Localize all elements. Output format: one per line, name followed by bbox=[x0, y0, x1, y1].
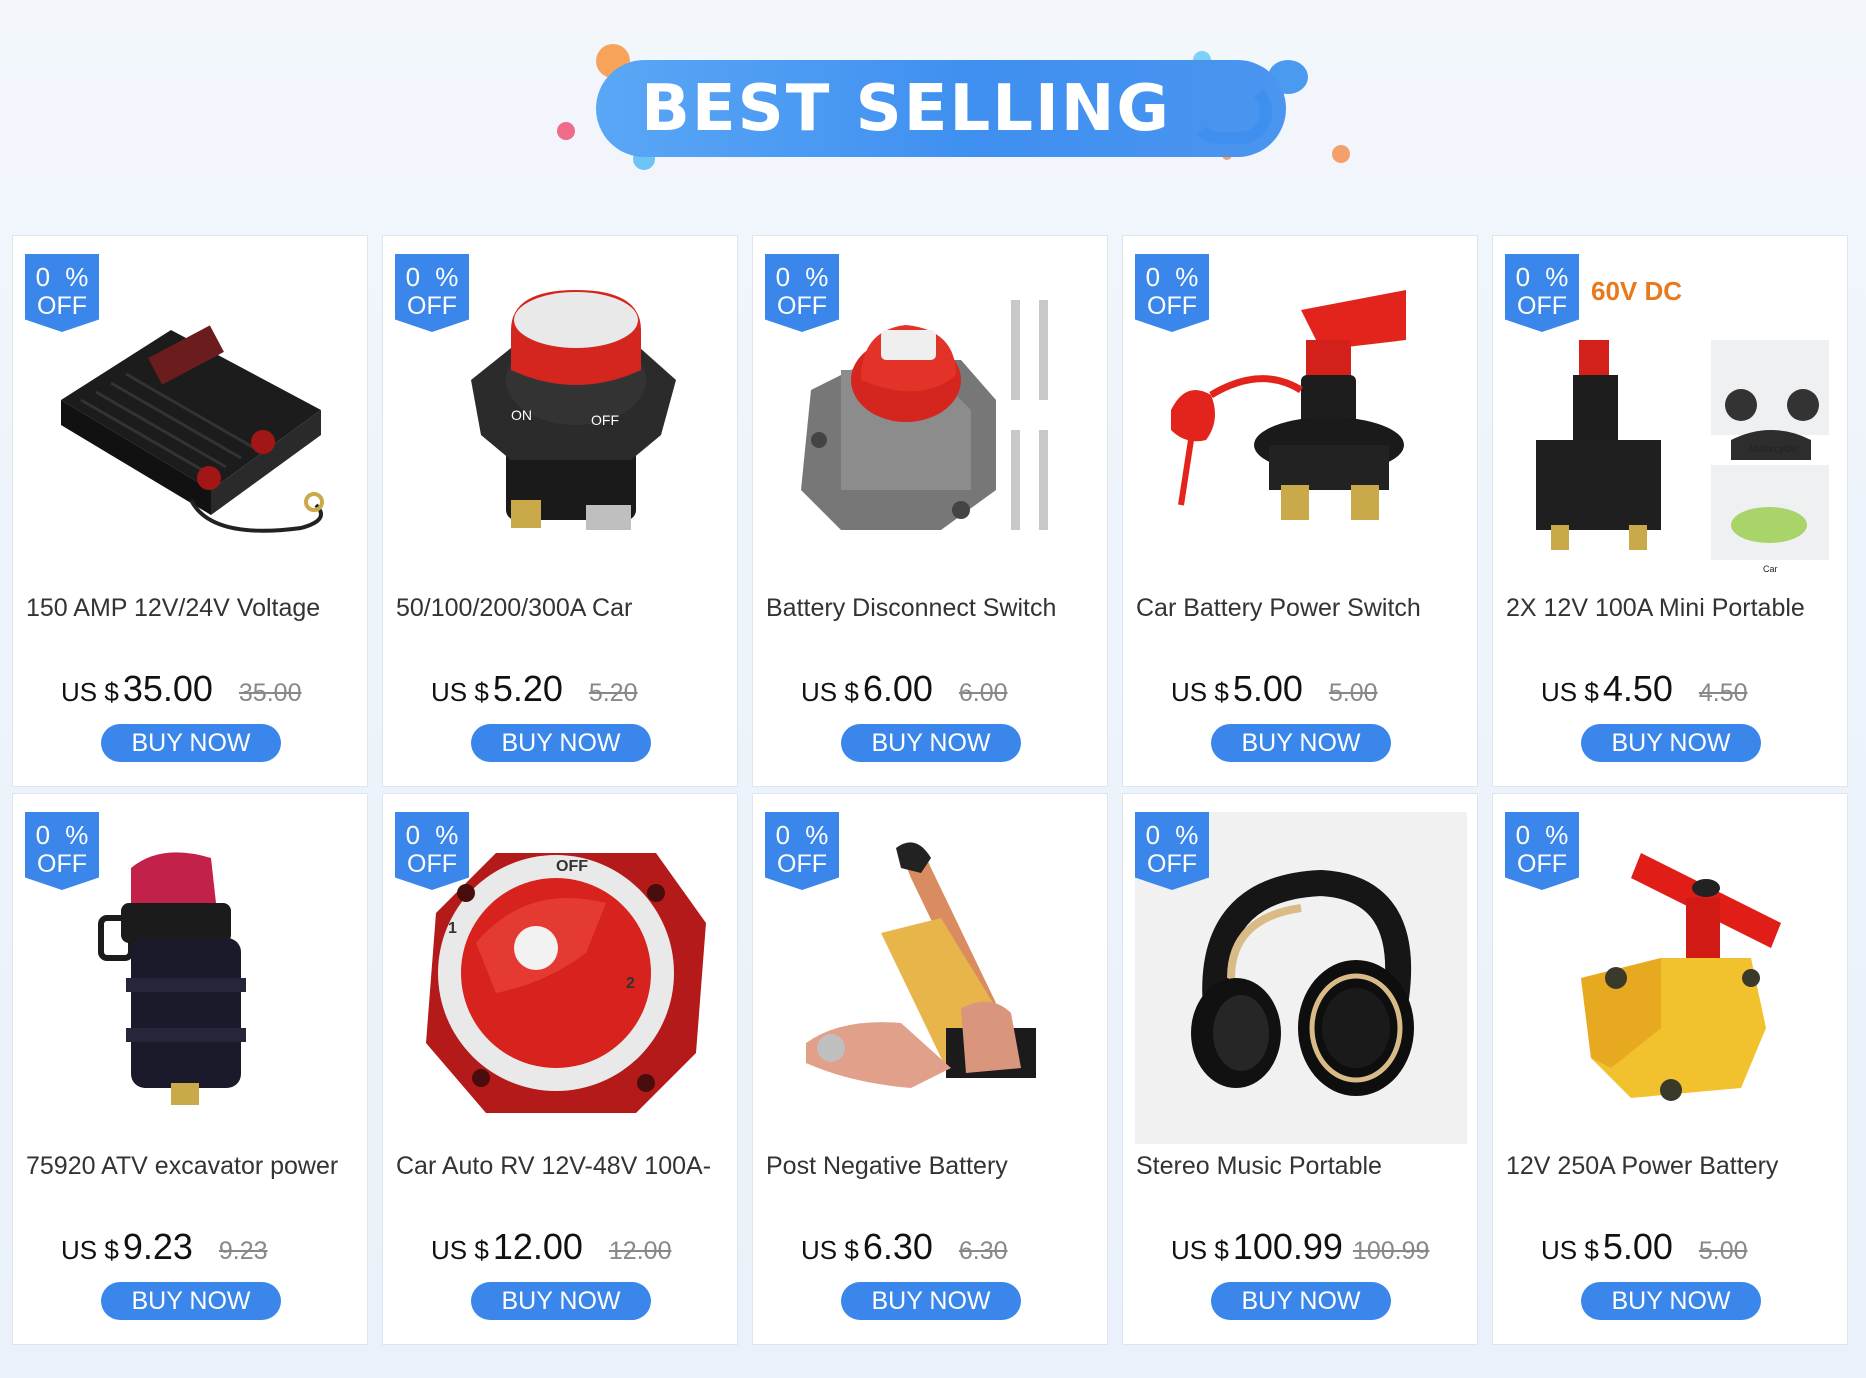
discount-badge: 0 % OFF bbox=[1135, 812, 1209, 890]
price-row: US $6.30 6.30 bbox=[801, 1226, 1008, 1268]
product-title[interactable]: Car Auto RV 12V-48V 100A- bbox=[396, 1152, 730, 1181]
currency: US $ bbox=[1171, 1235, 1229, 1265]
discount-badge: 0 % OFF bbox=[25, 254, 99, 332]
product-title[interactable]: Car Battery Power Switch bbox=[1136, 594, 1470, 623]
svg-text:OFF: OFF bbox=[591, 412, 619, 428]
price: 12.00 bbox=[492, 1226, 583, 1267]
price: 5.00 bbox=[1602, 1226, 1673, 1267]
product-title[interactable]: Stereo Music Portable bbox=[1136, 1152, 1470, 1181]
old-price: 5.00 bbox=[1328, 679, 1378, 707]
svg-text:Motorcycle: Motorcycle bbox=[1749, 444, 1798, 455]
svg-text:60V DC: 60V DC bbox=[1591, 276, 1682, 306]
buy-now-button[interactable]: BUY NOW bbox=[471, 1282, 651, 1320]
buy-now-button[interactable]: BUY NOW bbox=[841, 724, 1021, 762]
price: 9.23 bbox=[122, 1226, 193, 1267]
product-card[interactable]: 0 % OFF 150 AMP 12V/24V Voltage US $35.00… bbox=[12, 235, 368, 787]
old-price: 9.23 bbox=[218, 1237, 268, 1265]
discount-badge: 0 % OFF bbox=[1505, 254, 1579, 332]
price-row: US $6.00 6.00 bbox=[801, 668, 1008, 710]
currency: US $ bbox=[1541, 677, 1599, 707]
currency: US $ bbox=[61, 1235, 119, 1265]
discount-badge: 0 % OFF bbox=[395, 812, 469, 890]
price: 6.30 bbox=[862, 1226, 933, 1267]
discount-badge: 0 % OFF bbox=[765, 812, 839, 890]
product-card[interactable]: OFF 1 2 0 % OFF Car Auto RV 12V-48V 100A-… bbox=[382, 793, 738, 1345]
discount-badge: 0 % OFF bbox=[25, 812, 99, 890]
price-row: US $100.99 100.99 bbox=[1171, 1226, 1429, 1268]
old-price: 5.00 bbox=[1698, 1237, 1748, 1265]
product-grid: 0 % OFF 150 AMP 12V/24V Voltage US $35.00… bbox=[12, 235, 1854, 1350]
discount-badge: 0 % OFF bbox=[765, 254, 839, 332]
old-price: 100.99 bbox=[1352, 1237, 1430, 1265]
product-card[interactable]: 0 % OFF Stereo Music Portable US $100.99 1… bbox=[1122, 793, 1478, 1345]
product-title[interactable]: 75920 ATV excavator power bbox=[26, 1152, 360, 1181]
product-card[interactable]: 0 % OFF Car Battery Power Switch US $5.00… bbox=[1122, 235, 1478, 787]
product-title[interactable]: 12V 250A Power Battery bbox=[1506, 1152, 1840, 1181]
currency: US $ bbox=[1541, 1235, 1599, 1265]
svg-text:1: 1 bbox=[448, 920, 457, 937]
decor-swoosh bbox=[1188, 80, 1272, 144]
price-row: US $12.00 12.00 bbox=[431, 1226, 671, 1268]
product-card[interactable]: 0 % OFF 12V 250A Power Battery US $5.00 5.… bbox=[1492, 793, 1848, 1345]
old-price: 5.20 bbox=[588, 679, 638, 707]
product-title[interactable]: 2X 12V 100A Mini Portable bbox=[1506, 594, 1840, 623]
discount-badge: 0 % OFF bbox=[1505, 812, 1579, 890]
buy-now-button[interactable]: BUY NOW bbox=[1211, 1282, 1391, 1320]
old-price: 4.50 bbox=[1698, 679, 1748, 707]
banner-pill: BEST SELLING bbox=[596, 60, 1286, 157]
price: 35.00 bbox=[122, 668, 213, 709]
product-card[interactable]: 60V DC Motorcycle Car 0 % OFF 2X 12V 100A… bbox=[1492, 235, 1848, 787]
price: 4.50 bbox=[1602, 668, 1673, 709]
old-price: 6.00 bbox=[958, 679, 1008, 707]
buy-now-button[interactable]: BUY NOW bbox=[101, 724, 281, 762]
price-row: US $5.20 5.20 bbox=[431, 668, 638, 710]
price-row: US $5.00 5.00 bbox=[1541, 1226, 1748, 1268]
currency: US $ bbox=[801, 1235, 859, 1265]
svg-text:ON: ON bbox=[511, 407, 532, 423]
price: 100.99 bbox=[1232, 1226, 1343, 1267]
currency: US $ bbox=[801, 677, 859, 707]
page-title: BEST SELLING bbox=[641, 71, 1171, 146]
product-title[interactable]: 50/100/200/300A Car bbox=[396, 594, 730, 623]
buy-now-button[interactable]: BUY NOW bbox=[101, 1282, 281, 1320]
buy-now-button[interactable]: BUY NOW bbox=[1211, 724, 1391, 762]
price: 5.00 bbox=[1232, 668, 1303, 709]
svg-text:2: 2 bbox=[626, 975, 635, 992]
product-card[interactable]: ON OFF 0 % OFF 50/100/200/300A Car US $5.… bbox=[382, 235, 738, 787]
old-price: 12.00 bbox=[608, 1237, 672, 1265]
price-row: US $9.23 9.23 bbox=[61, 1226, 268, 1268]
product-card[interactable]: 0 % OFF Battery Disconnect Switch US $6.0… bbox=[752, 235, 1108, 787]
banner: BEST SELLING bbox=[0, 0, 1866, 230]
old-price: 6.30 bbox=[958, 1237, 1008, 1265]
old-price: 35.00 bbox=[238, 679, 302, 707]
currency: US $ bbox=[1171, 677, 1229, 707]
buy-now-button[interactable]: BUY NOW bbox=[1581, 1282, 1761, 1320]
product-title[interactable]: Battery Disconnect Switch bbox=[766, 594, 1100, 623]
price-row: US $4.50 4.50 bbox=[1541, 668, 1748, 710]
product-title[interactable]: 150 AMP 12V/24V Voltage bbox=[26, 594, 360, 623]
discount-badge: 0 % OFF bbox=[395, 254, 469, 332]
svg-text:OFF: OFF bbox=[556, 858, 588, 875]
product-card[interactable]: 0 % OFF Post Negative Battery US $6.30 6.3… bbox=[752, 793, 1108, 1345]
discount-badge: 0 % OFF bbox=[1135, 254, 1209, 332]
buy-now-button[interactable]: BUY NOW bbox=[471, 724, 651, 762]
svg-text:Car: Car bbox=[1763, 564, 1778, 574]
currency: US $ bbox=[61, 677, 119, 707]
buy-now-button[interactable]: BUY NOW bbox=[841, 1282, 1021, 1320]
price: 5.20 bbox=[492, 668, 563, 709]
price-row: US $35.00 35.00 bbox=[61, 668, 301, 710]
decor-dot bbox=[1332, 145, 1350, 163]
buy-now-button[interactable]: BUY NOW bbox=[1581, 724, 1761, 762]
decor-dot bbox=[557, 122, 575, 140]
currency: US $ bbox=[431, 1235, 489, 1265]
price: 6.00 bbox=[862, 668, 933, 709]
currency: US $ bbox=[431, 677, 489, 707]
product-title[interactable]: Post Negative Battery bbox=[766, 1152, 1100, 1181]
product-card[interactable]: 0 % OFF 75920 ATV excavator power US $9.2… bbox=[12, 793, 368, 1345]
price-row: US $5.00 5.00 bbox=[1171, 668, 1378, 710]
